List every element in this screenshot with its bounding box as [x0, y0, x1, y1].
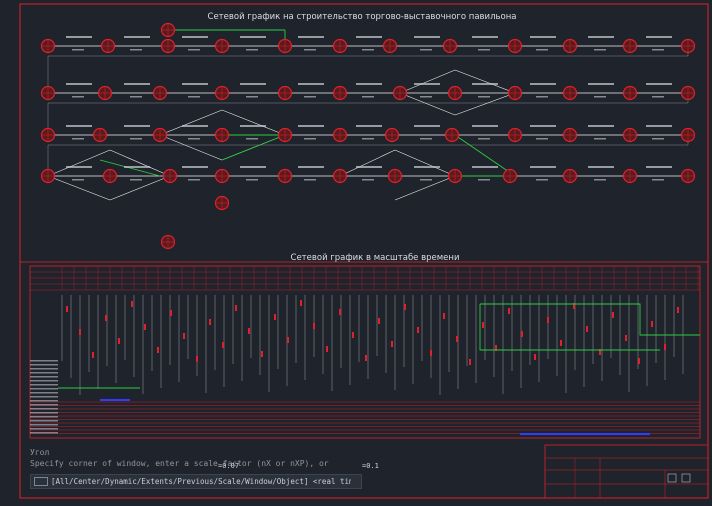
command-history: Угол Specify corner of window, enter a s…: [30, 447, 450, 469]
stamp-icon: [681, 473, 691, 483]
scale-readout: =0.07: [218, 462, 240, 470]
drawing-canvas[interactable]: Сетевой график на строительство торгово-…: [0, 0, 712, 502]
command-history-line: Specify corner of window, enter a scale …: [30, 459, 329, 468]
network-diagram: [40, 22, 696, 250]
command-line-bar[interactable]: [30, 474, 362, 489]
command-history-line: Угол: [30, 448, 50, 457]
timeline-chart: [29, 265, 701, 439]
command-prompt-icon: [34, 477, 48, 486]
drawing-subtitle: Сетевой график в масштабе времени: [291, 253, 460, 263]
title-block: [544, 444, 709, 499]
drawing-title: Сетевой график на строительство торгово-…: [208, 12, 517, 22]
scale-readout: =0.1: [362, 462, 379, 470]
drawing-svg: Сетевой график на строительство торгово-…: [19, 3, 709, 499]
sheet-frame: [19, 3, 709, 499]
stamp-icon: [667, 473, 677, 483]
command-input[interactable]: [51, 475, 351, 488]
